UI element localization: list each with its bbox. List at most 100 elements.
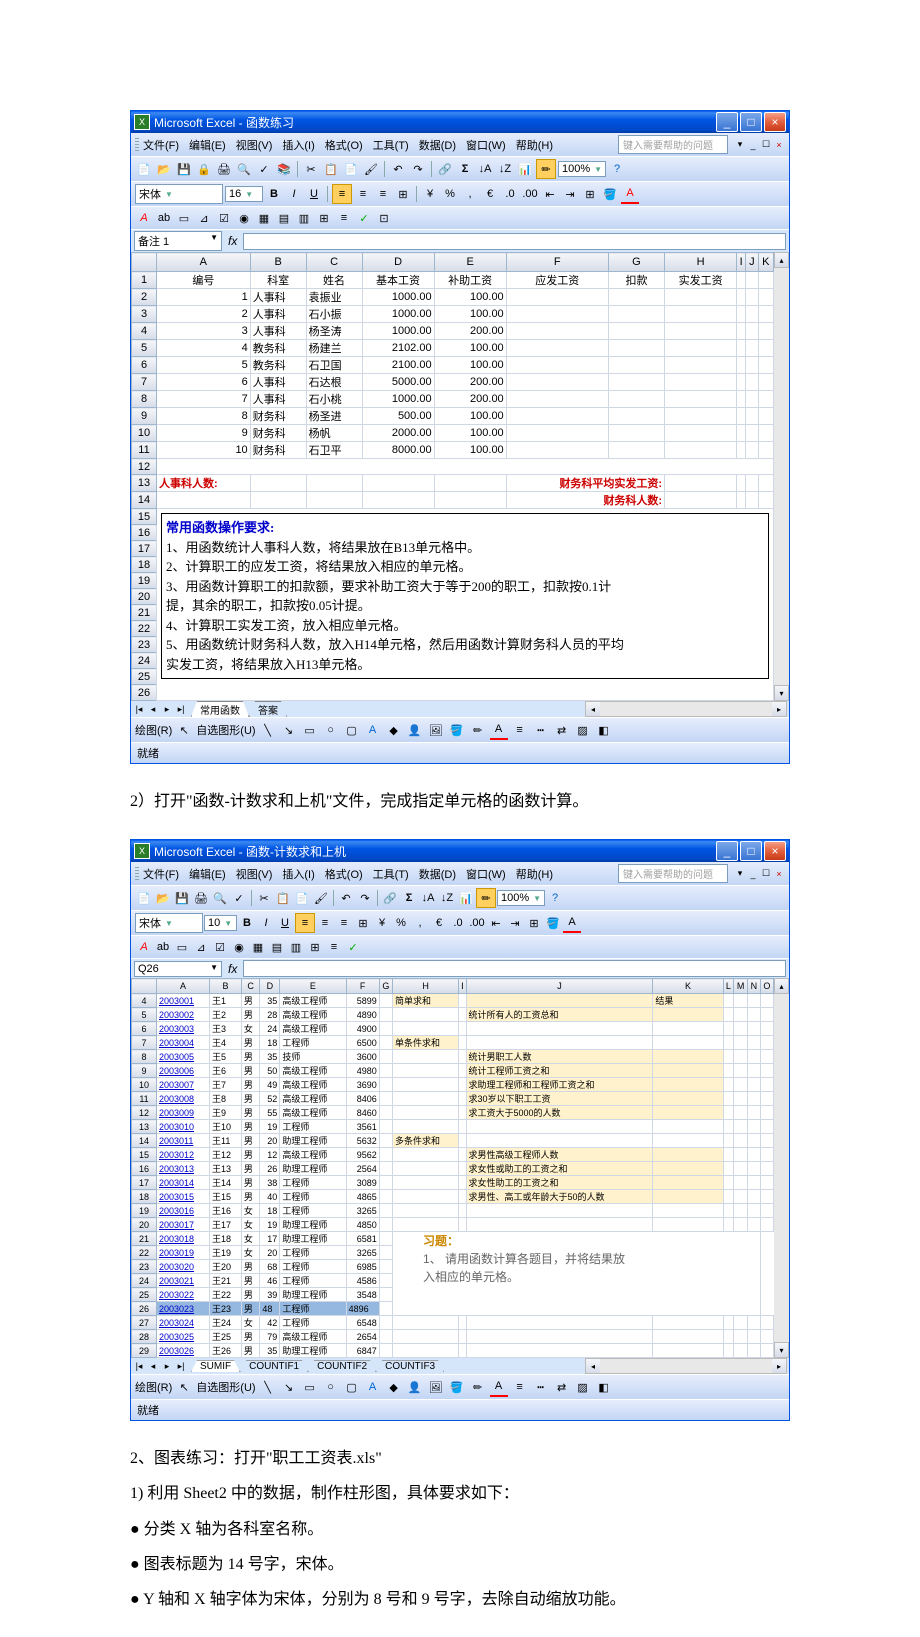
menu-data[interactable]: 数据(D) [419, 137, 456, 153]
cell[interactable]: 石小振 [306, 306, 362, 323]
row-header[interactable]: 11 [132, 1092, 157, 1106]
col-header[interactable]: B [210, 979, 242, 994]
cell[interactable]: 2003017 [157, 1218, 210, 1232]
cell[interactable]: 单条件求和 [392, 1036, 458, 1050]
cell[interactable]: 男 [241, 1120, 260, 1134]
tool-icon[interactable]: ab [154, 938, 172, 956]
cell[interactable]: 石卫平 [306, 442, 362, 459]
cell[interactable]: 55 [260, 1106, 280, 1120]
line-style-icon[interactable]: ≡ [511, 721, 529, 739]
col-header[interactable]: I [737, 253, 746, 272]
cell[interactable] [665, 289, 737, 306]
cell[interactable]: 王9 [210, 1106, 242, 1120]
bold-icon[interactable]: B [238, 914, 256, 932]
table-row[interactable]: 4 3 人事科 杨圣涛 1000.00 200.00 [132, 323, 774, 340]
cell[interactable]: 石小桃 [306, 391, 362, 408]
tool-icon[interactable]: ⊿ [192, 938, 210, 956]
menu-help[interactable]: 帮助(H) [516, 866, 553, 882]
cell[interactable]: 工程师 [280, 1302, 346, 1316]
cell[interactable]: 男 [241, 1148, 260, 1162]
cell[interactable] [379, 1316, 392, 1330]
cell[interactable]: 3548 [346, 1288, 379, 1302]
cell[interactable] [653, 1148, 723, 1162]
cell[interactable] [392, 1106, 458, 1120]
cell[interactable] [608, 408, 664, 425]
col-header[interactable]: F [506, 253, 608, 272]
select-all-corner[interactable] [132, 979, 157, 994]
tool-icon[interactable]: ▭ [175, 209, 193, 227]
cell[interactable] [466, 1036, 653, 1050]
cell[interactable]: 500.00 [362, 408, 434, 425]
cell[interactable] [653, 1134, 723, 1148]
cell[interactable]: 1000.00 [362, 323, 434, 340]
cell[interactable] [392, 1120, 458, 1134]
cell[interactable]: 6985 [346, 1260, 379, 1274]
cell[interactable]: 男 [241, 1134, 260, 1148]
cell[interactable]: 6500 [346, 1036, 379, 1050]
cell[interactable]: 女 [241, 1232, 260, 1246]
cell[interactable]: 2100.00 [362, 357, 434, 374]
cell[interactable]: 5899 [346, 994, 379, 1008]
cell[interactable]: 财务科 [250, 408, 306, 425]
cell[interactable] [653, 1092, 723, 1106]
cell[interactable] [392, 1008, 458, 1022]
col-header[interactable]: E [434, 253, 506, 272]
table-row[interactable]: 28 2003025 王25 男 79 高级工程师 2654 [132, 1330, 774, 1344]
tool-icon[interactable]: ▦ [255, 209, 273, 227]
new-icon[interactable]: 📄 [135, 160, 153, 178]
cell[interactable]: 2003026 [157, 1344, 210, 1358]
table-row[interactable]: 14 财务科人数: [132, 492, 774, 509]
sheet-tab[interactable]: COUNTIF1 [240, 1360, 308, 1372]
cell[interactable]: 工程师 [280, 1246, 346, 1260]
permission-icon[interactable]: 🔒 [195, 160, 213, 178]
cell[interactable]: 2003009 [157, 1106, 210, 1120]
cell[interactable] [608, 374, 664, 391]
cell[interactable]: 12 [260, 1148, 280, 1162]
open-icon[interactable]: 📂 [155, 160, 173, 178]
cell[interactable] [379, 1232, 392, 1246]
cell[interactable] [379, 1218, 392, 1232]
cell[interactable]: 2003019 [157, 1246, 210, 1260]
cell[interactable]: 男 [241, 1008, 260, 1022]
cell[interactable]: 高级工程师 [280, 994, 346, 1008]
col-header[interactable]: H [392, 979, 458, 994]
fill-icon[interactable]: 🪣 [448, 721, 466, 739]
cell[interactable]: 求女性助工的工资之和 [466, 1176, 653, 1190]
tab-nav-first[interactable]: |◂ [133, 1361, 145, 1372]
cut-icon[interactable]: ✂ [255, 889, 273, 907]
cell[interactable]: 2003018 [157, 1232, 210, 1246]
row-header[interactable]: 11 [132, 442, 157, 459]
cell[interactable]: 王22 [210, 1288, 242, 1302]
row-header[interactable]: 20 [132, 1218, 157, 1232]
cell[interactable]: 19 [260, 1120, 280, 1134]
cell[interactable]: 2003020 [157, 1260, 210, 1274]
cell[interactable] [459, 1176, 466, 1190]
cell[interactable] [653, 1204, 723, 1218]
row-header[interactable]: 21 [132, 605, 157, 621]
cell[interactable]: 男 [241, 1190, 260, 1204]
cell[interactable]: 王15 [210, 1190, 242, 1204]
cell[interactable]: 王8 [210, 1092, 242, 1106]
col-header[interactable]: H [665, 253, 737, 272]
cell[interactable]: 3089 [346, 1176, 379, 1190]
undo-icon[interactable]: ↶ [389, 160, 407, 178]
clipart-icon[interactable]: 👤 [406, 1378, 424, 1396]
cell[interactable] [506, 340, 608, 357]
cell[interactable] [653, 1344, 723, 1358]
font-size-combo[interactable]: 10▼ [204, 915, 237, 931]
scroll-down-icon[interactable]: ▾ [774, 685, 789, 701]
cell[interactable] [379, 1288, 392, 1302]
oval-icon[interactable]: ○ [322, 721, 340, 739]
redo-icon[interactable]: ↷ [409, 160, 427, 178]
cell[interactable]: 1000.00 [362, 306, 434, 323]
row-header[interactable]: 21 [132, 1232, 157, 1246]
row-header[interactable]: 14 [132, 492, 157, 509]
cut-icon[interactable]: ✂ [302, 160, 320, 178]
cell[interactable]: 基本工资 [362, 272, 434, 289]
table-row[interactable]: 8 2003005 王5 男 35 技师 3600 统计男职工人数 [132, 1050, 774, 1064]
row-header[interactable]: 9 [132, 1064, 157, 1078]
cell[interactable]: 50 [260, 1064, 280, 1078]
cell[interactable]: 5 [157, 357, 251, 374]
cell[interactable] [392, 1176, 458, 1190]
menu-insert[interactable]: 插入(I) [282, 866, 314, 882]
